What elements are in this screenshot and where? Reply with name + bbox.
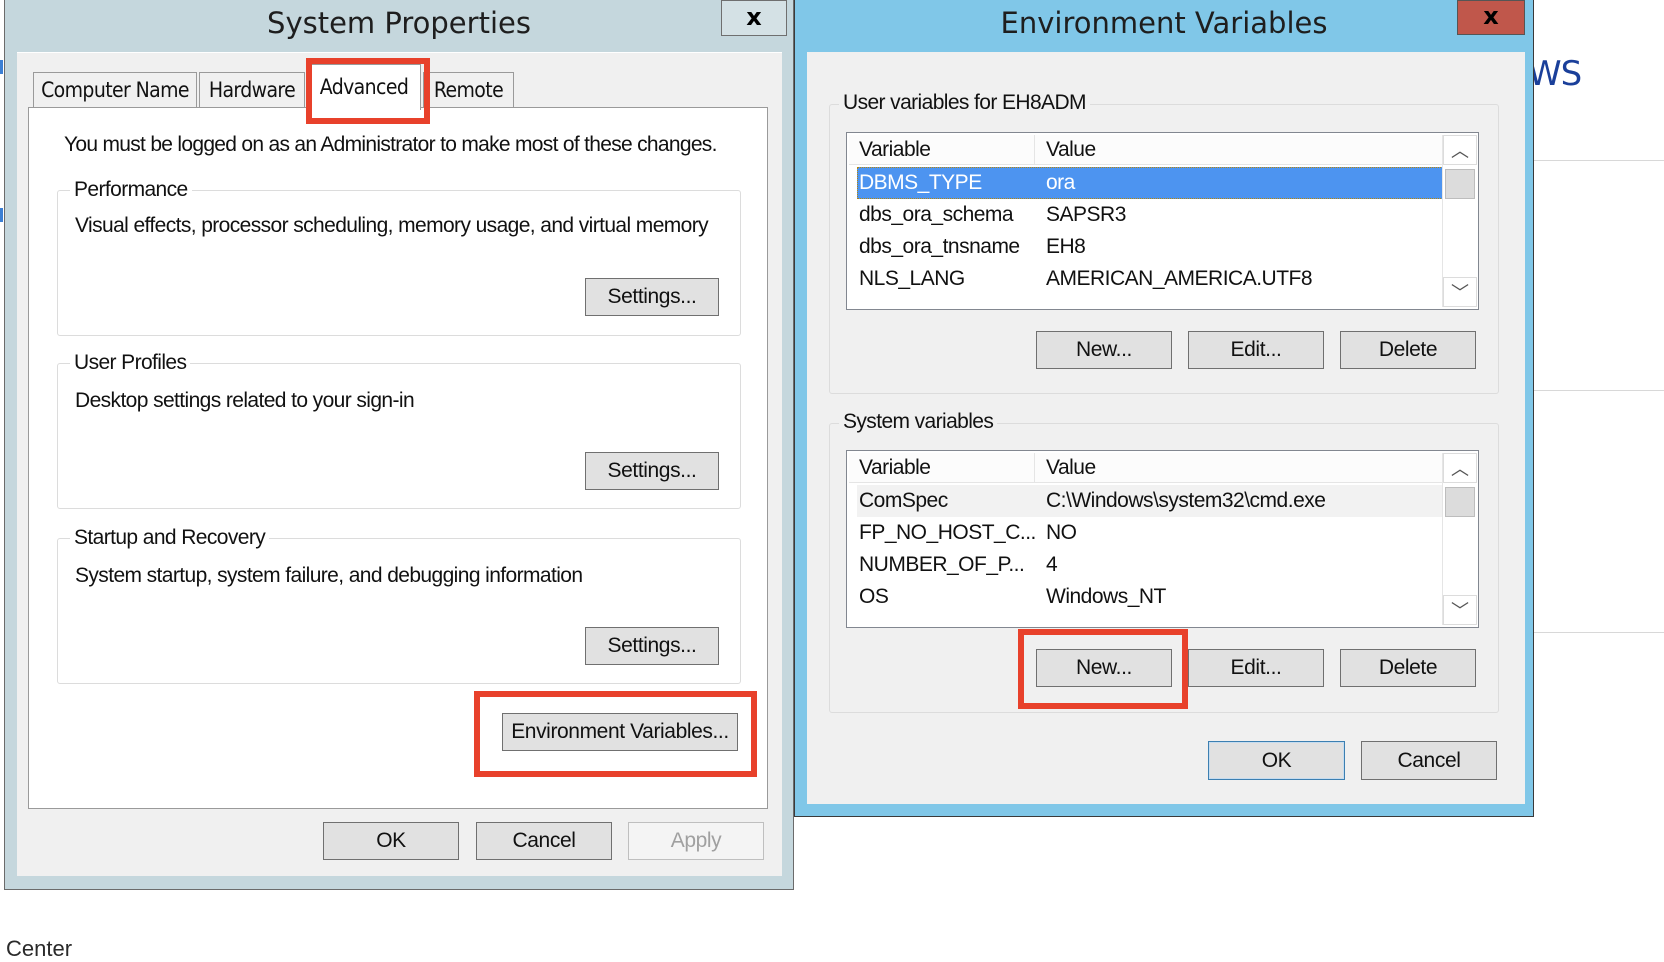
column-header-value[interactable]: Value [1036,453,1436,483]
user-profiles-label: User Profiles [70,351,191,375]
table-row[interactable]: ComSpec C:\Windows\system32\cmd.exe [857,485,1443,517]
variable-value: SAPSR3 [1046,203,1126,226]
chevron-up-icon: ︿ [1451,141,1469,161]
variable-value: 4 [1046,553,1058,576]
column-header-variable[interactable]: Variable [849,453,1035,483]
chevron-up-icon: ︿ [1451,459,1469,479]
scroll-thumb[interactable] [1445,487,1475,517]
vertical-scrollbar[interactable]: ︿ ﹀ [1442,135,1477,307]
cancel-button[interactable]: Cancel [476,822,612,860]
startup-recovery-description: System startup, system failure, and debu… [75,564,583,587]
chevron-down-icon: ﹀ [1451,283,1469,303]
window-title: System Properties [267,6,531,40]
variable-value: NO [1046,521,1077,544]
tab-remote[interactable]: Remote [423,72,514,108]
chevron-down-icon: ﹀ [1451,601,1469,621]
system-edit-button[interactable]: Edit... [1188,649,1324,687]
system-new-button[interactable]: New... [1036,649,1172,687]
background-fragment [0,208,3,222]
table-row[interactable]: DBMS_TYPE ora [857,167,1443,199]
close-icon: x [1483,2,1499,30]
tab-advanced[interactable]: Advanced [307,64,421,110]
startup-recovery-label: Startup and Recovery [70,526,270,550]
close-button[interactable]: x [1457,0,1525,35]
scroll-up-button[interactable]: ︿ [1443,135,1477,165]
close-button[interactable]: x [721,0,787,36]
environment-variables-button[interactable]: Environment Variables... [502,713,738,751]
background-fragment [0,60,3,74]
performance-label: Performance [70,178,192,202]
variable-name: NLS_LANG [859,267,965,290]
table-row[interactable]: NLS_LANG AMERICAN_AMERICA.UTF8 [857,263,1443,295]
scroll-down-button[interactable]: ﹀ [1443,277,1477,307]
column-header-value[interactable]: Value [1036,135,1436,165]
performance-settings-button[interactable]: Settings... [585,278,719,316]
background-text: Center [6,936,73,961]
table-row[interactable]: NUMBER_OF_P... 4 [857,549,1443,581]
user-delete-button[interactable]: Delete [1340,331,1476,369]
variable-value: ora [1046,171,1075,194]
admin-note: You must be logged on as an Administrato… [64,133,717,156]
user-profiles-description: Desktop settings related to your sign-in [75,389,415,412]
variable-name: OS [859,585,889,608]
user-variables-label: User variables for EH8ADM [839,91,1090,115]
close-icon: x [746,3,762,31]
cancel-button[interactable]: Cancel [1361,741,1497,780]
variable-name: FP_NO_HOST_C... [859,521,1036,544]
variable-name: dbs_ora_tnsname [859,235,1020,258]
table-row[interactable]: dbs_ora_schema SAPSR3 [857,199,1443,231]
ok-button[interactable]: OK [323,822,459,860]
system-delete-button[interactable]: Delete [1340,649,1476,687]
apply-button[interactable]: Apply [628,822,764,860]
variable-name: dbs_ora_schema [859,203,1014,226]
scroll-thumb[interactable] [1445,169,1475,199]
performance-description: Visual effects, processor scheduling, me… [75,214,709,237]
background-text: WS [1528,54,1582,94]
scroll-down-button[interactable]: ﹀ [1443,595,1477,625]
variable-value: EH8 [1046,235,1086,258]
user-edit-button[interactable]: Edit... [1188,331,1324,369]
variable-value: AMERICAN_AMERICA.UTF8 [1046,267,1313,290]
user-variables-list[interactable]: Variable Value DBMS_TYPE ora dbs_ora_sch… [846,132,1479,310]
user-new-button[interactable]: New... [1036,331,1172,369]
variable-name: DBMS_TYPE [859,171,982,194]
table-row[interactable]: FP_NO_HOST_C... NO [857,517,1443,549]
variable-value: C:\Windows\system32\cmd.exe [1046,489,1326,512]
tab-computer-name[interactable]: Computer Name [33,72,197,108]
table-row[interactable]: OS Windows_NT [857,581,1443,613]
variable-name: NUMBER_OF_P... [859,553,1025,576]
column-header-variable[interactable]: Variable [849,135,1035,165]
list-header: Variable Value [849,135,1443,165]
variable-name: ComSpec [859,489,948,512]
window-title: Environment Variables [1000,6,1328,40]
system-variables-label: System variables [839,410,998,434]
background-divider [1534,390,1664,391]
system-variables-list[interactable]: Variable Value ComSpec C:\Windows\system… [846,450,1479,628]
variable-value: Windows_NT [1046,585,1166,608]
table-row[interactable]: dbs_ora_tnsname EH8 [857,231,1443,263]
user-profiles-settings-button[interactable]: Settings... [585,452,719,490]
ok-button[interactable]: OK [1208,741,1345,780]
tab-hardware[interactable]: Hardware [199,72,305,108]
list-header: Variable Value [849,453,1443,483]
background-divider [1534,632,1664,633]
background-divider [1534,160,1664,161]
startup-recovery-settings-button[interactable]: Settings... [585,627,719,665]
scroll-up-button[interactable]: ︿ [1443,453,1477,483]
vertical-scrollbar[interactable]: ︿ ﹀ [1442,453,1477,625]
